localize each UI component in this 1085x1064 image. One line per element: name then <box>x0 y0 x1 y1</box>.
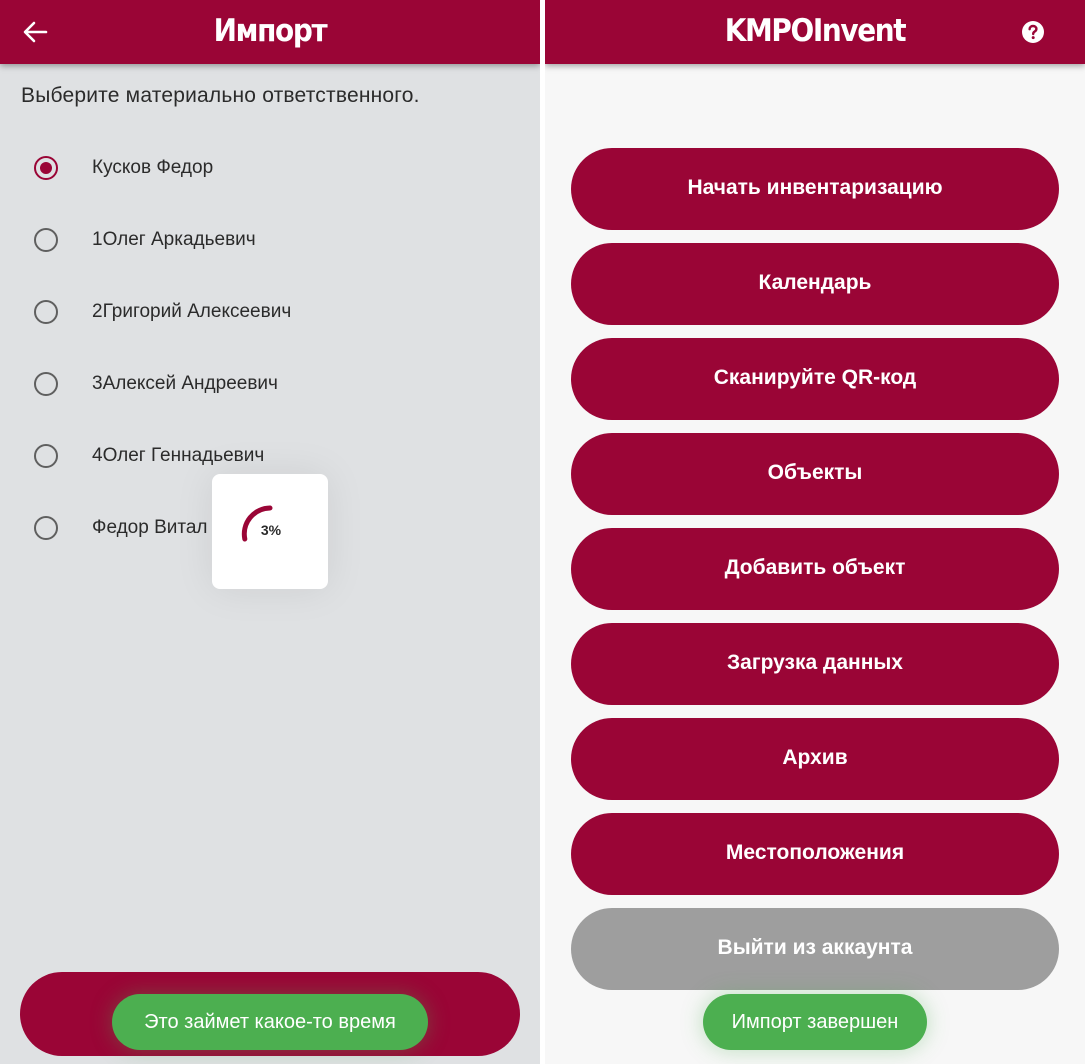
app-title: KMPOInvent <box>724 13 907 49</box>
radio-option-3[interactable]: 3Алексей Андреевич <box>0 356 540 412</box>
objects-button[interactable]: Объекты <box>571 433 1059 515</box>
radio-checked-icon[interactable] <box>34 156 58 180</box>
add-object-button[interactable]: Добавить объект <box>571 528 1059 610</box>
radio-option-label: 2Григорий Алексеевич <box>92 301 292 322</box>
data-import-button[interactable]: Загрузка данных <box>571 623 1059 705</box>
progress-percent: 3% <box>260 522 282 538</box>
question-circle-icon <box>1022 21 1044 43</box>
radio-option-1[interactable]: 1Олег Аркадьевич <box>0 212 540 268</box>
help-button[interactable] <box>1021 20 1045 44</box>
logout-button[interactable]: Выйти из аккаунта <box>571 908 1059 990</box>
calendar-button[interactable]: Календарь <box>571 243 1059 325</box>
radio-unchecked-icon[interactable] <box>34 372 58 396</box>
scan-qr-button[interactable]: Сканируйте QR-код <box>571 338 1059 420</box>
page-title: Импорт <box>213 13 328 49</box>
start-inventory-button[interactable]: Начать инвентаризацию <box>571 148 1059 230</box>
radio-option-label: Кусков Федор <box>92 157 214 178</box>
radio-option-label: 3Алексей Андреевич <box>92 373 278 394</box>
radio-option-0[interactable]: Кусков Федор <box>0 140 540 196</box>
toast-message: Импорт завершен <box>703 994 927 1050</box>
radio-unchecked-icon[interactable] <box>34 444 58 468</box>
radio-unchecked-icon[interactable] <box>34 516 58 540</box>
import-app-bar: Импорт <box>0 0 540 64</box>
radio-option-2[interactable]: 2Григорий Алексеевич <box>0 284 540 340</box>
main-app-bar: KMPOInvent <box>545 0 1085 64</box>
radio-option-label: Федор Витал <box>92 517 208 538</box>
locations-button[interactable]: Местоположения <box>571 813 1059 895</box>
select-responsible-prompt: Выберите материально ответственного. <box>21 84 420 107</box>
import-screen: Импорт Выберите материально ответственно… <box>0 0 540 1064</box>
radio-unchecked-icon[interactable] <box>34 300 58 324</box>
toast-message: Это займет какое-то время <box>112 994 428 1050</box>
radio-option-label: 1Олег Аркадьевич <box>92 229 256 250</box>
main-menu-screen: KMPOInvent Начать инвентаризацию Календа… <box>545 0 1085 1064</box>
archive-button[interactable]: Архив <box>571 718 1059 800</box>
progress-dialog: 3% <box>212 474 328 589</box>
radio-unchecked-icon[interactable] <box>34 228 58 252</box>
